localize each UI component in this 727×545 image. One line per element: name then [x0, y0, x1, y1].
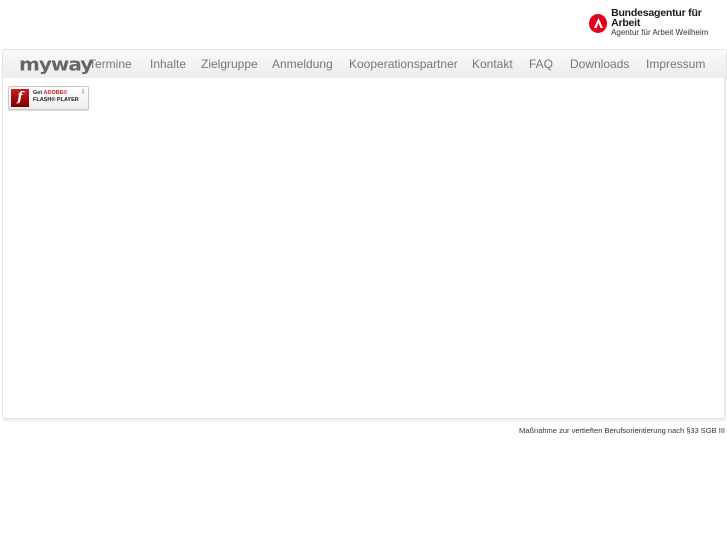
get-flash-player-button[interactable]: f Get ADOBE® FLASH® PLAYER ⇩: [8, 86, 89, 110]
footer-note: Maßnahme zur vertieften Berufsorientieru…: [519, 426, 725, 435]
bundesagentur-logo-icon: [589, 13, 608, 33]
org-logo[interactable]: Bundesagentur für Arbeit Agentur für Arb…: [589, 8, 727, 38]
nav-item-downloads[interactable]: Downloads: [570, 57, 629, 71]
flash-get-text: Get: [33, 90, 44, 96]
nav-item-faq[interactable]: FAQ: [529, 57, 553, 71]
nav-item-zielgruppe[interactable]: Zielgruppe: [201, 57, 258, 71]
flash-player-icon: f: [11, 89, 29, 107]
org-title: Bundesagentur für Arbeit: [611, 7, 702, 29]
nav-item-kontakt[interactable]: Kontakt: [472, 57, 513, 71]
nav-item-termine[interactable]: Termine: [89, 57, 132, 71]
nav-item-inhalte[interactable]: Inhalte: [150, 57, 186, 71]
flash-badge-label: Get ADOBE® FLASH® PLAYER: [33, 90, 79, 104]
flash-player-text: FLASH® PLAYER: [33, 97, 79, 103]
download-arrow-icon: ⇩: [80, 89, 86, 96]
nav-item-anmeldung[interactable]: Anmeldung: [272, 57, 333, 71]
main-navigation: myway Termine Inhalte Zielgruppe Anmeldu…: [2, 49, 727, 79]
flash-adobe-text: ADOBE®: [43, 90, 68, 96]
myway-logo[interactable]: myway: [19, 53, 93, 75]
org-subtitle: Agentur für Arbeit Weilheim: [611, 28, 709, 37]
content-panel: [2, 78, 725, 419]
nav-item-kooperationspartner[interactable]: Kooperationspartner: [349, 57, 458, 71]
nav-item-impressum[interactable]: Impressum: [646, 57, 705, 71]
